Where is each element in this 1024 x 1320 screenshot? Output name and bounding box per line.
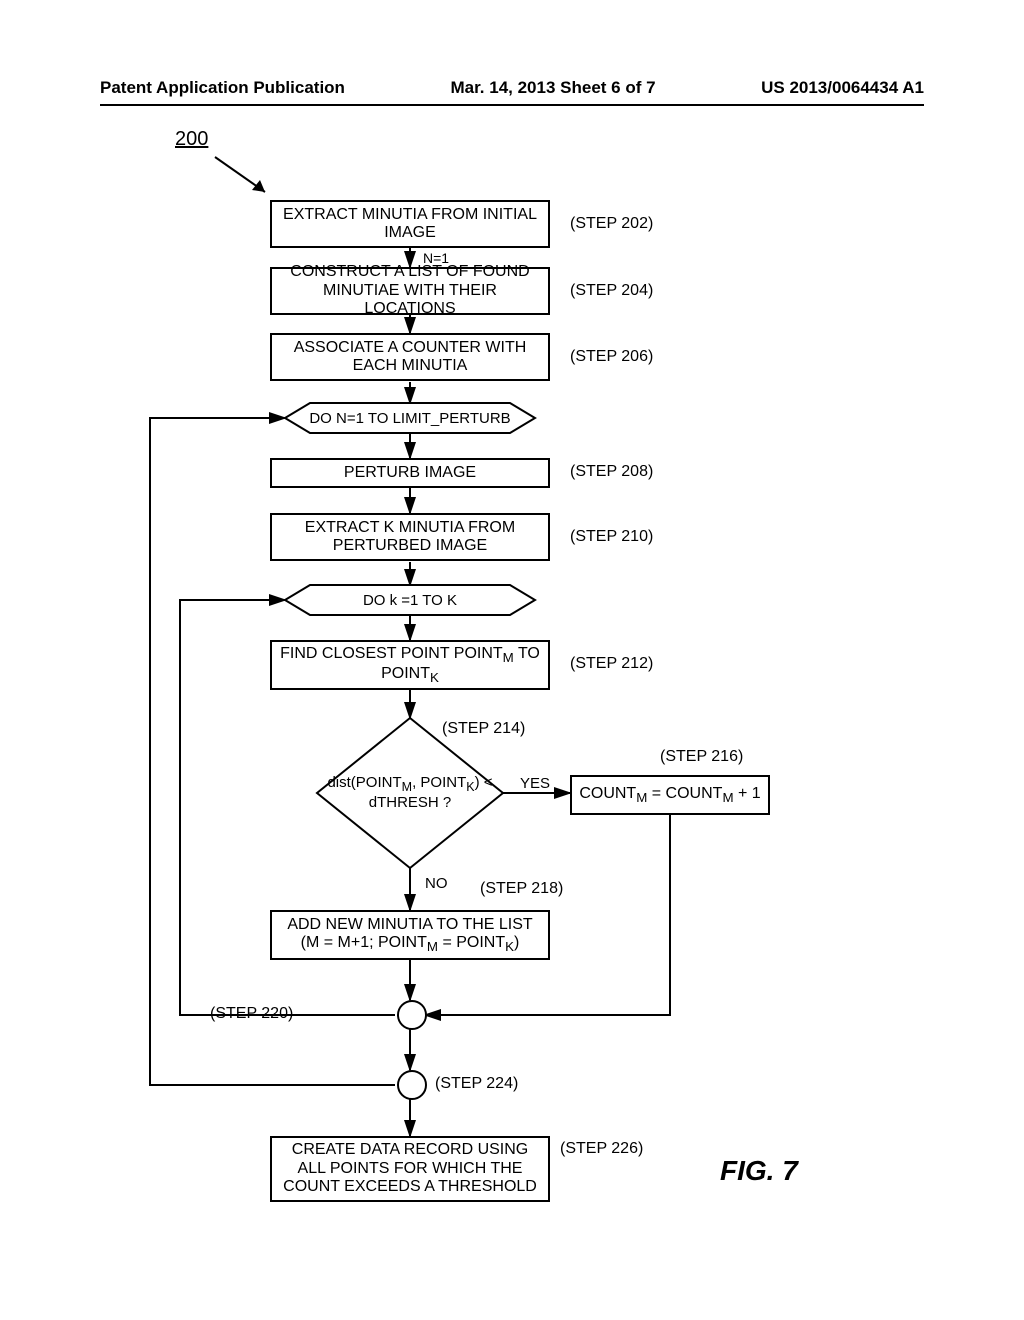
step-206-text: ASSOCIATE A COUNTER WITH EACH MINUTIA xyxy=(278,339,542,376)
step-218-text: ADD NEW MINUTIA TO THE LIST (M = M+1; PO… xyxy=(278,916,542,955)
header-left: Patent Application Publication xyxy=(100,78,345,98)
step-226-label: (STEP 226) xyxy=(560,1140,643,1158)
step-202-text: EXTRACT MINUTIA FROM INITIAL IMAGE xyxy=(278,206,542,243)
step-208-text: PERTURB IMAGE xyxy=(344,464,476,482)
step-226-text: CREATE DATA RECORD USING ALL POINTS FOR … xyxy=(278,1141,542,1196)
loop-n-text: DO N=1 TO LIMIT_PERTURB xyxy=(309,410,510,427)
flowchart: EXTRACT MINUTIA FROM INITIAL IMAGE (STEP… xyxy=(150,200,870,1250)
step-202-label: (STEP 202) xyxy=(570,215,653,233)
header-right: US 2013/0064434 A1 xyxy=(761,78,924,98)
branch-yes: YES xyxy=(520,775,550,792)
step-216-box: COUNTM = COUNTM + 1 xyxy=(570,775,770,815)
step-212-text: FIND CLOSEST POINT POINTM TO POINTK xyxy=(278,645,542,686)
branch-no: NO xyxy=(425,875,448,892)
step-204-label: (STEP 204) xyxy=(570,282,653,300)
step-216-text: COUNTM = COUNTM + 1 xyxy=(579,785,760,806)
loop-n-hex: DO N=1 TO LIMIT_PERTURB xyxy=(285,403,535,433)
step-220-label: (STEP 220) xyxy=(210,1005,293,1023)
step-214-diamond: dist(POINTM, POINTK) < dTHRESH ? xyxy=(317,718,503,868)
step-202-box: EXTRACT MINUTIA FROM INITIAL IMAGE xyxy=(270,200,550,248)
reference-arrow xyxy=(210,152,280,202)
step-210-text: EXTRACT K MINUTIA FROM PERTURBED IMAGE xyxy=(278,519,542,556)
step-224-label: (STEP 224) xyxy=(435,1075,518,1093)
step-204-box: CONSTRUCT A LIST OF FOUND MINUTIAE WITH … xyxy=(270,267,550,315)
connector-220 xyxy=(397,1000,427,1030)
step-204-text: CONSTRUCT A LIST OF FOUND MINUTIAE WITH … xyxy=(278,263,542,318)
step-206-box: ASSOCIATE A COUNTER WITH EACH MINUTIA xyxy=(270,333,550,381)
reference-numeral: 200 xyxy=(175,128,208,151)
step-216-label: (STEP 216) xyxy=(660,748,743,766)
header-mid: Mar. 14, 2013 Sheet 6 of 7 xyxy=(451,78,656,98)
step-218-label: (STEP 218) xyxy=(480,880,563,898)
step-214-text: dist(POINTM, POINTK) < dTHRESH ? xyxy=(317,775,503,811)
step-208-label: (STEP 208) xyxy=(570,463,653,481)
loop-k-hex: DO k =1 TO K xyxy=(285,585,535,615)
page-header: Patent Application Publication Mar. 14, … xyxy=(100,78,924,106)
connector-224 xyxy=(397,1070,427,1100)
step-210-box: EXTRACT K MINUTIA FROM PERTURBED IMAGE xyxy=(270,513,550,561)
step-218-box: ADD NEW MINUTIA TO THE LIST (M = M+1; PO… xyxy=(270,910,550,960)
step-210-label: (STEP 210) xyxy=(570,528,653,546)
step-206-label: (STEP 206) xyxy=(570,348,653,366)
step-208-box: PERTURB IMAGE xyxy=(270,458,550,488)
loop-k-text: DO k =1 TO K xyxy=(363,592,457,609)
step-226-box: CREATE DATA RECORD USING ALL POINTS FOR … xyxy=(270,1136,550,1202)
step-212-label: (STEP 212) xyxy=(570,655,653,673)
step-212-box: FIND CLOSEST POINT POINTM TO POINTK xyxy=(270,640,550,690)
